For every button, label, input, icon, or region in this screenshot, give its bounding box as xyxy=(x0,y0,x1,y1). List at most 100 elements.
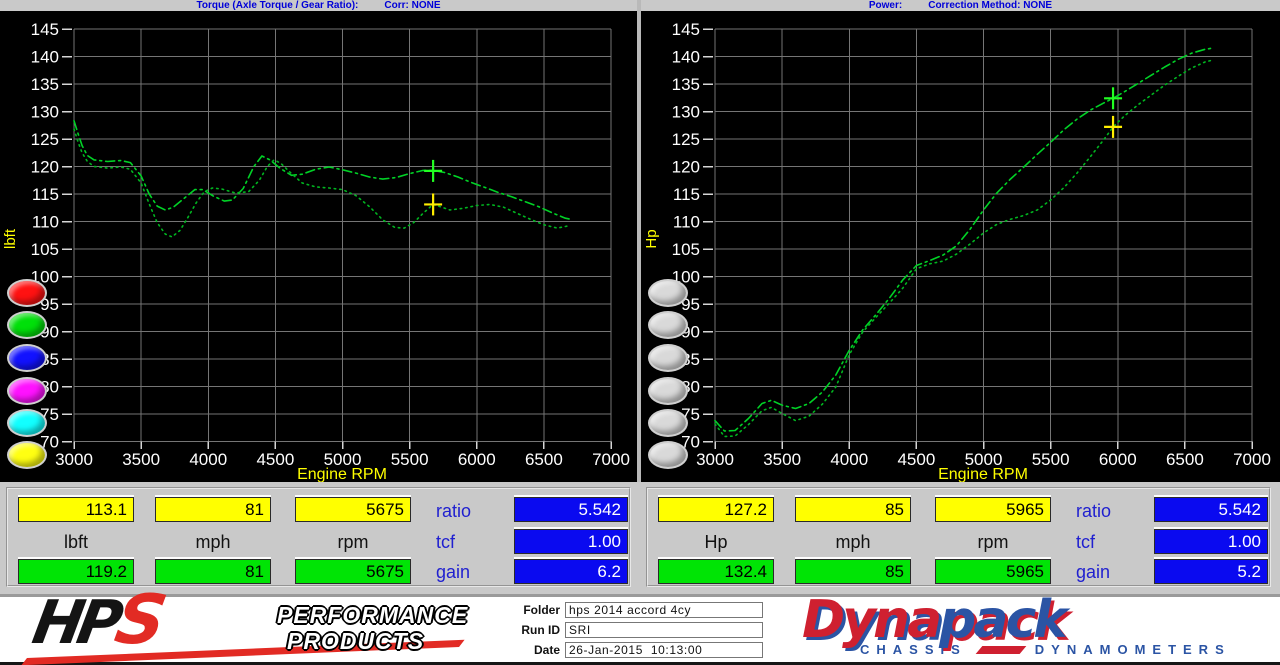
channel-button-blue[interactable] xyxy=(7,344,47,372)
hps-logo: HPS PERFORMANCE PRODUCTS xyxy=(22,598,482,660)
torque-chart-header: Torque (Axle Torque / Gear Ratio): Corr:… xyxy=(0,0,637,11)
gain-value: 5.2 xyxy=(1154,559,1268,584)
svg-text:115: 115 xyxy=(673,185,700,204)
ratio-value: 5.542 xyxy=(514,497,628,522)
svg-text:120: 120 xyxy=(31,158,59,177)
rpm-cursor-value-2: 5965 xyxy=(935,559,1051,584)
Hp-chart-svg: 1451401351301251201151101051009590858075… xyxy=(641,11,1280,482)
svg-text:7000: 7000 xyxy=(592,450,630,469)
torque-run-reference-curve xyxy=(74,129,571,237)
channel-button-gray-4[interactable] xyxy=(648,377,688,405)
svg-text:3500: 3500 xyxy=(122,450,160,469)
cursor-green[interactable] xyxy=(424,160,442,182)
svg-text:130: 130 xyxy=(31,103,59,122)
grid-lines xyxy=(715,29,1252,442)
power-readout-box: 127.2 85 5965 Hp mph rpm 132.4 85 5965 r… xyxy=(646,487,1271,587)
svg-text:125: 125 xyxy=(31,130,59,149)
rpm-cursor-value: 5965 xyxy=(935,497,1051,522)
speed-unit-label: mph xyxy=(155,532,271,553)
svg-text:110: 110 xyxy=(32,213,59,232)
power-unit-label: Hp xyxy=(658,532,774,553)
date-input[interactable] xyxy=(565,642,763,658)
folder-row: Folder xyxy=(505,602,763,618)
power-chart-title: Power: xyxy=(869,0,902,11)
date-label: Date xyxy=(505,643,565,657)
date-row: Date xyxy=(505,642,763,658)
svg-text:105: 105 xyxy=(672,240,700,259)
channel-button-gray-3[interactable] xyxy=(648,344,688,372)
tcf-value: 1.00 xyxy=(514,529,628,554)
channel-button-gray-2[interactable] xyxy=(648,311,688,339)
power-chart-header: Power: Correction Method: NONE xyxy=(641,0,1280,11)
torque-cursor-value: 113.1 xyxy=(18,497,134,522)
dynapack-red-dash xyxy=(975,646,1026,654)
svg-text:105: 105 xyxy=(31,240,59,259)
torque-chart-panel: Torque (Axle Torque / Gear Ratio): Corr:… xyxy=(0,0,637,482)
gain-label: gain xyxy=(1076,562,1110,583)
x-axis-label: Engine RPM xyxy=(297,466,387,482)
channel-button-yellow[interactable] xyxy=(7,441,47,469)
svg-text:6500: 6500 xyxy=(1166,450,1204,469)
dynapack-dynamometers-text: DYNAMOMETERS xyxy=(1035,642,1231,657)
svg-text:110: 110 xyxy=(673,213,700,232)
rpm-cursor-value-2: 5675 xyxy=(295,559,411,584)
rpm-unit-label: rpm xyxy=(295,532,411,553)
tcf-label: tcf xyxy=(436,532,455,553)
svg-text:6500: 6500 xyxy=(525,450,563,469)
svg-text:125: 125 xyxy=(672,130,700,149)
channel-button-gray-1[interactable] xyxy=(648,279,688,307)
ratio-label: ratio xyxy=(436,501,471,522)
run-id-input[interactable] xyxy=(565,622,763,638)
tcf-label: tcf xyxy=(1076,532,1095,553)
speed-unit-label: mph xyxy=(795,532,911,553)
run-id-label: Run ID xyxy=(505,623,565,637)
hps-tagline: PERFORMANCE PRODUCTS xyxy=(277,602,468,654)
svg-text:3000: 3000 xyxy=(696,450,734,469)
cursor-green[interactable] xyxy=(1104,87,1122,109)
dynapack-dyna-text: Dyna xyxy=(802,590,939,650)
svg-text:135: 135 xyxy=(672,75,700,94)
power-chart-panel: Power: Correction Method: NONE 145140135… xyxy=(641,0,1280,482)
svg-text:3500: 3500 xyxy=(763,450,801,469)
run-info-form: Folder Run ID Date xyxy=(505,602,763,658)
speed-cursor-value: 85 xyxy=(795,497,911,522)
torque-chart-title: Torque (Axle Torque / Gear Ratio): xyxy=(197,0,359,11)
run-id-row: Run ID xyxy=(505,622,763,638)
svg-text:6000: 6000 xyxy=(1099,450,1137,469)
svg-text:145: 145 xyxy=(672,20,700,39)
channel-button-cyan[interactable] xyxy=(7,409,47,437)
svg-text:6000: 6000 xyxy=(458,450,496,469)
power-cursor-value: 127.2 xyxy=(658,497,774,522)
speed-cursor-value: 81 xyxy=(155,497,271,522)
power-plot-area[interactable]: 1451401351301251201151101051009590858075… xyxy=(641,11,1280,482)
rpm-unit-label: rpm xyxy=(935,532,1051,553)
lbft-chart-svg: 1451401351301251201151101051009590858075… xyxy=(0,11,637,482)
y-axis-label: lbft xyxy=(2,228,19,249)
channel-button-red[interactable] xyxy=(7,279,47,307)
cursor-yellow[interactable] xyxy=(424,193,442,215)
svg-text:3000: 3000 xyxy=(55,450,93,469)
channel-button-gray-5[interactable] xyxy=(648,409,688,437)
rpm-cursor-value: 5675 xyxy=(295,497,411,522)
svg-text:4500: 4500 xyxy=(256,450,294,469)
cursor-yellow[interactable] xyxy=(1104,116,1122,138)
dyno-app-window: Torque (Axle Torque / Gear Ratio): Corr:… xyxy=(0,0,1280,665)
grid-lines xyxy=(74,29,611,442)
dynapack-pack-text: pack xyxy=(939,590,1065,650)
dynapack-chassis-text: CHASSIS xyxy=(860,642,967,657)
svg-text:140: 140 xyxy=(31,48,59,67)
channel-button-magenta[interactable] xyxy=(7,377,47,405)
torque-unit-label: lbft xyxy=(18,532,134,553)
footer-bar: HPS PERFORMANCE PRODUCTS Folder Run ID D… xyxy=(0,594,1280,665)
svg-text:120: 120 xyxy=(672,158,700,177)
y-axis-label: Hp xyxy=(643,229,660,248)
channel-button-green[interactable] xyxy=(7,311,47,339)
torque-correction-label: Corr: NONE xyxy=(384,0,440,11)
folder-input[interactable] xyxy=(565,602,763,618)
torque-plot-area[interactable]: 1451401351301251201151101051009590858075… xyxy=(0,11,637,482)
svg-text:5500: 5500 xyxy=(391,450,429,469)
dynapack-wordmark: Dynapack xyxy=(802,595,1252,645)
channel-button-gray-6[interactable] xyxy=(648,441,688,469)
hps-tagline-line2: PRODUCTS xyxy=(277,628,468,654)
gain-label: gain xyxy=(436,562,470,583)
